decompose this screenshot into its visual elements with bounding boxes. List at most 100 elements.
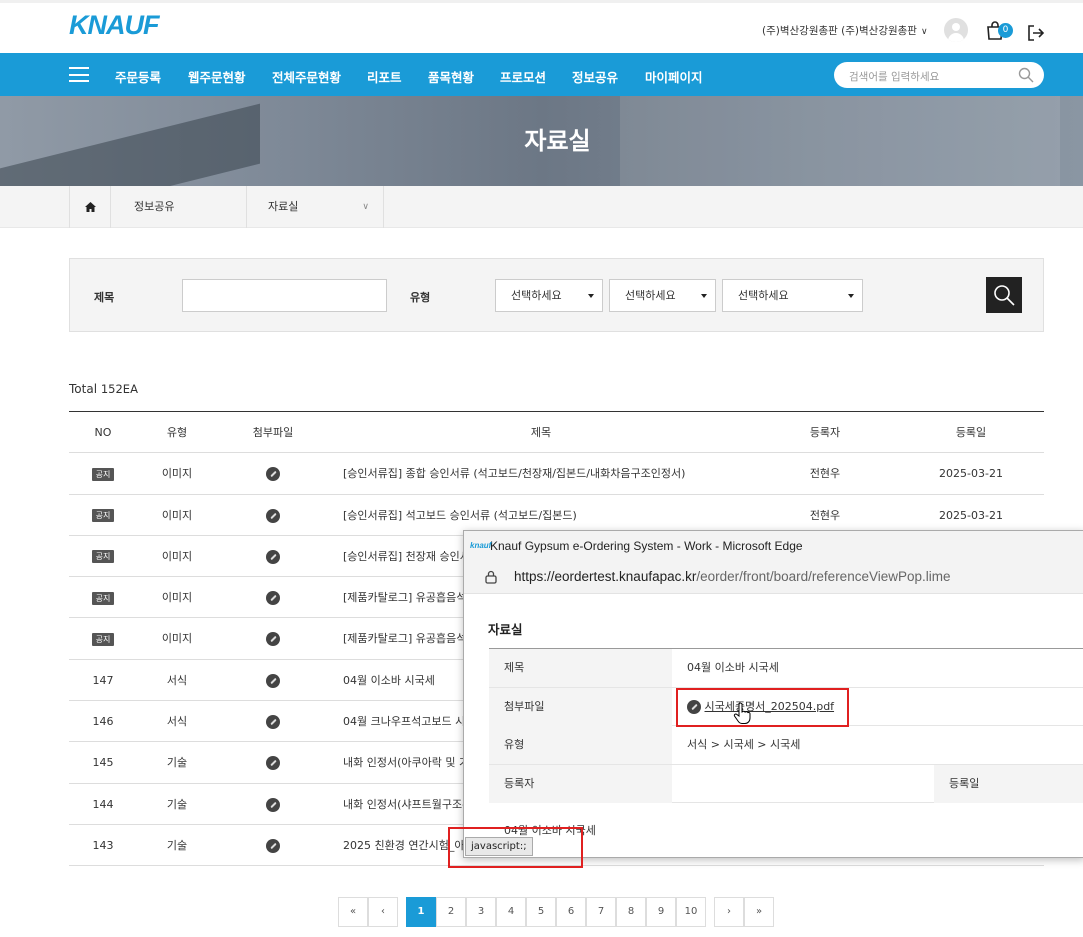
- paperclip-icon[interactable]: [266, 508, 280, 523]
- paperclip-icon[interactable]: [266, 632, 280, 647]
- nav-mypage[interactable]: 마이페이지: [645, 67, 703, 86]
- notice-badge: 공지: [91, 509, 115, 523]
- title-filter-label: 제목: [94, 291, 115, 304]
- page-button-7[interactable]: 7: [586, 897, 616, 927]
- breadcrumb-reference-room[interactable]: 자료실 ∨: [246, 186, 384, 228]
- page-button-6[interactable]: 6: [556, 897, 586, 927]
- link-status-tooltip: javascript:;: [465, 837, 533, 856]
- logout-icon[interactable]: [1026, 23, 1046, 43]
- type-select-1[interactable]: 선택하세요: [495, 279, 603, 312]
- paperclip-icon[interactable]: [266, 467, 280, 482]
- chevron-down-icon: ∨: [362, 202, 369, 212]
- row-number: 147: [92, 673, 114, 687]
- nav-web-orders[interactable]: 웹주문현황: [188, 67, 246, 86]
- title-filter-input[interactable]: [182, 279, 387, 312]
- cell-file[interactable]: [217, 742, 329, 783]
- cell-type: 서식: [166, 673, 188, 687]
- total-count: Total 152EA: [69, 382, 138, 396]
- page-button-2[interactable]: 2: [436, 897, 466, 927]
- cell-no: 146: [69, 701, 137, 742]
- breadcrumb-info-share[interactable]: 정보공유: [110, 186, 247, 228]
- total-value: 152EA: [100, 382, 138, 396]
- popup-address-bar[interactable]: https://eordertest.knaufapac.kr/eorder/f…: [464, 561, 1083, 594]
- detail-row-author: 등록자 등록일: [489, 764, 1083, 803]
- detail-title-label: 제목: [489, 649, 672, 687]
- cart-count-badge: 0: [998, 23, 1013, 38]
- avatar-icon[interactable]: [944, 18, 968, 42]
- cell-file[interactable]: [217, 618, 329, 659]
- home-icon: [85, 202, 96, 212]
- detail-file-label: 첨부파일: [489, 687, 672, 726]
- account-selector[interactable]: (주)벽산강원총판 (주)벽산강원총판 ∨: [762, 23, 928, 38]
- nav-order-entry[interactable]: 주문등록: [115, 67, 161, 86]
- col-title: 제목: [530, 426, 552, 439]
- menu-icon[interactable]: [69, 67, 89, 82]
- page-button-3[interactable]: 3: [466, 897, 496, 927]
- type-select-2[interactable]: 선택하세요: [609, 279, 716, 312]
- detail-type-label: 유형: [489, 726, 672, 764]
- paperclip-icon[interactable]: [266, 549, 280, 564]
- table-row[interactable]: 공지 이미지 [승인서류집] 종합 승인서류 (석고보드/천장재/집본드/내화차음구…: [69, 453, 1044, 495]
- cell-file[interactable]: [217, 577, 329, 618]
- row-number: 143: [92, 838, 114, 852]
- cell-type: 기술: [166, 797, 188, 811]
- knauf-logo[interactable]: KNAUF: [69, 10, 159, 41]
- cell-type: 이미지: [161, 549, 193, 563]
- cell-file[interactable]: [217, 825, 329, 866]
- prev-page-button[interactable]: ‹: [368, 897, 398, 927]
- row-number: 145: [92, 756, 114, 770]
- paperclip-icon[interactable]: [266, 673, 280, 688]
- first-page-button[interactable]: «: [338, 897, 368, 927]
- breadcrumb-home[interactable]: [69, 186, 110, 228]
- paperclip-icon[interactable]: [266, 756, 280, 771]
- next-page-button[interactable]: ›: [714, 897, 744, 927]
- search-icon: [994, 285, 1015, 306]
- file-highlight-box: [676, 688, 849, 727]
- page-button-4[interactable]: 4: [496, 897, 526, 927]
- nav-promotion[interactable]: 프로모션: [500, 67, 546, 86]
- detail-author-value: [672, 765, 687, 803]
- nav-all-orders[interactable]: 전체주문현황: [272, 67, 341, 86]
- nav-report[interactable]: 리포트: [367, 67, 402, 86]
- cell-type: 기술: [166, 756, 188, 770]
- paperclip-icon[interactable]: [266, 591, 280, 606]
- paperclip-icon[interactable]: [266, 715, 280, 730]
- cell-title[interactable]: [승인서류집] 종합 승인서류 (석고보드/천장재/집본드/내화차음구조인정서): [343, 453, 813, 494]
- nav-products[interactable]: 품목현황: [428, 67, 474, 86]
- page-button-10[interactable]: 10: [676, 897, 706, 927]
- page-button-8[interactable]: 8: [616, 897, 646, 927]
- page-button-1[interactable]: 1: [406, 897, 436, 927]
- cell-file[interactable]: [217, 784, 329, 825]
- cell-no: 공지: [69, 453, 137, 494]
- knauf-mini-logo-icon: knauf: [470, 541, 492, 550]
- top-search-input[interactable]: 검색어를 입력하세요: [834, 62, 1044, 88]
- nav-info-share[interactable]: 정보공유: [572, 67, 618, 86]
- url-host: https://eordertest.knaufapac.kr: [514, 569, 697, 584]
- detail-row-type: 유형 서식 > 시국세 > 시국세: [489, 726, 1083, 765]
- paperclip-icon[interactable]: [266, 838, 280, 853]
- cell-no: 공지: [69, 495, 137, 536]
- cell-file[interactable]: [217, 453, 329, 494]
- total-label: Total: [69, 382, 98, 396]
- cell-file[interactable]: [217, 536, 329, 577]
- search-button[interactable]: [986, 277, 1022, 313]
- paperclip-icon[interactable]: [266, 797, 280, 812]
- notice-badge: 공지: [91, 550, 115, 564]
- popup-window-title: Knauf Gypsum e-Ordering System - Work - …: [490, 539, 803, 553]
- col-no: NO: [94, 426, 112, 439]
- type-filter-label: 유형: [410, 291, 431, 304]
- search-icon[interactable]: [1018, 67, 1034, 83]
- cell-file[interactable]: [217, 660, 329, 701]
- popup-titlebar: knauf Knauf Gypsum e-Ordering System - W…: [464, 531, 1083, 561]
- page-button-5[interactable]: 5: [526, 897, 556, 927]
- cell-file[interactable]: [217, 701, 329, 742]
- cell-file[interactable]: [217, 495, 329, 536]
- type-select-3[interactable]: 선택하세요: [722, 279, 863, 312]
- last-page-button[interactable]: »: [744, 897, 774, 927]
- table-header: NO 유형 첨부파일 제목 등록자 등록일: [69, 412, 1044, 454]
- breadcrumb: 정보공유 자료실 ∨: [0, 186, 1083, 228]
- detail-title-value: 04월 이소바 시국세: [687, 661, 779, 674]
- notice-badge: 공지: [91, 591, 115, 605]
- cell-type: 이미지: [161, 591, 193, 605]
- page-button-9[interactable]: 9: [646, 897, 676, 927]
